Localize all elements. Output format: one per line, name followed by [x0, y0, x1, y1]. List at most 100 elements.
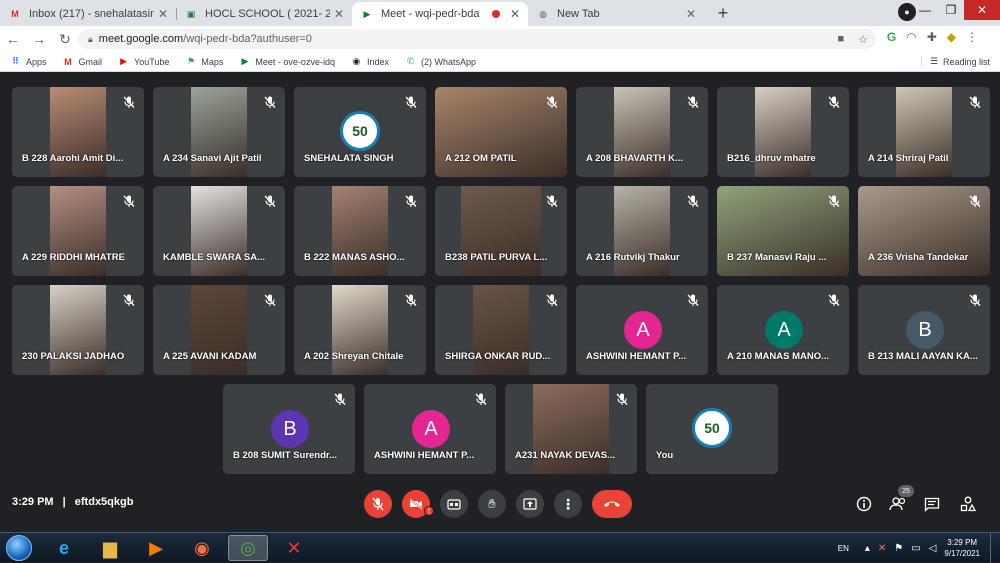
participant-tile[interactable]: B B 208 SUMIT Surendr...: [223, 384, 355, 474]
browser-tab[interactable]: ◍ New Tab ✕: [528, 2, 704, 26]
mic-toggle-button[interactable]: [364, 490, 392, 518]
muted-mic-icon: [686, 293, 700, 307]
participant-tile[interactable]: A A 210 MANAS MANO...: [717, 285, 849, 375]
muted-mic-icon: [827, 95, 841, 109]
participant-tile[interactable]: A 212 OM PATIL: [435, 87, 567, 177]
muted-mic-icon: [474, 392, 488, 406]
participant-tile[interactable]: A 208 BHAVARTH K...: [576, 87, 708, 177]
taskbar-app-button[interactable]: ✕: [274, 535, 314, 561]
taskbar-app-button[interactable]: ◎: [228, 535, 268, 561]
tray-expand-icon[interactable]: ▴: [865, 543, 870, 554]
language-indicator[interactable]: EN: [838, 544, 849, 553]
participant-tile[interactable]: 50 You: [646, 384, 778, 474]
tray-clock[interactable]: 3:29 PM 9/17/2021: [944, 537, 980, 559]
participant-tile[interactable]: KAMBLE SWARA SA...: [153, 186, 285, 276]
system-tray: EN ▴ ✕ ⚑ ▭ ◁ 3:29 PM 9/17/2021: [838, 533, 1000, 563]
muted-mic-icon: [615, 392, 629, 406]
participant-tile[interactable]: 50 SNEHALATA SINGH: [294, 87, 426, 177]
reload-button[interactable]: ↻: [52, 31, 78, 48]
camera-indicator-icon[interactable]: ■: [837, 33, 844, 46]
tab-close-icon[interactable]: ✕: [686, 7, 696, 21]
volume-icon[interactable]: ◁: [929, 543, 937, 554]
display-icon[interactable]: ▭: [911, 543, 920, 554]
captions-button[interactable]: [440, 490, 468, 518]
participant-avatar: A: [765, 311, 803, 349]
extension-g-icon[interactable]: G: [887, 30, 896, 44]
tab-close-icon[interactable]: ✕: [510, 7, 520, 21]
participant-tile[interactable]: A231 NAYAK DEVAS...: [505, 384, 637, 474]
muted-mic-icon: [404, 194, 418, 208]
participant-tile[interactable]: B 237 Manasvi Raju ...: [717, 186, 849, 276]
forward-button[interactable]: →: [26, 31, 52, 47]
muted-mic-icon: [968, 194, 982, 208]
bookmark-item[interactable]: ⠿ Apps: [10, 56, 47, 67]
school-logo-icon: 50: [340, 111, 380, 151]
browser-tab[interactable]: M Inbox (217) - snehalatasingh@m ✕: [0, 2, 176, 26]
bookmark-item[interactable]: M Gmail: [63, 56, 102, 67]
reading-list-button[interactable]: ☰ Reading list: [920, 56, 990, 67]
taskbar-app-button[interactable]: ◉: [182, 535, 222, 561]
bookmark-item[interactable]: ◉ Index: [351, 56, 389, 67]
network-icon[interactable]: ✕: [878, 543, 886, 554]
participant-name: SNEHALATA SINGH: [304, 153, 394, 164]
show-desktop-button[interactable]: [990, 533, 1000, 563]
participant-name: B 213 MALI AAYAN KA...: [868, 351, 978, 362]
participant-tile[interactable]: A 229 RIDDHI MHATRE: [12, 186, 144, 276]
address-bar[interactable]: 🔒︎ meet.google.com/wqi-pedr-bda?authuser…: [78, 29, 876, 49]
extension-headphones-icon[interactable]: ◠: [906, 30, 916, 44]
bookmark-item[interactable]: ✆ (2) WhatsApp: [405, 56, 476, 67]
muted-mic-icon: [263, 293, 277, 307]
participant-tile[interactable]: A 234 Sanavi Ajit Patil: [153, 87, 285, 177]
globe-icon: ◍: [539, 8, 547, 19]
people-button[interactable]: [888, 494, 908, 514]
bookmark-item[interactable]: ▶ Meet - ove-ozve-idq: [239, 56, 335, 67]
participant-name: A 229 RIDDHI MHATRE: [22, 252, 125, 263]
participant-count-badge: 25: [898, 485, 914, 497]
new-tab-button[interactable]: +: [710, 0, 736, 26]
participant-name: A 212 OM PATIL: [445, 153, 517, 164]
flag-icon[interactable]: ⚑: [894, 543, 903, 554]
maximize-button[interactable]: ❐: [938, 0, 964, 20]
participant-name: KAMBLE SWARA SA...: [163, 252, 266, 263]
taskbar-app-button[interactable]: e: [44, 535, 84, 561]
participant-tile[interactable]: B 228 Aarohi Amit Di...: [12, 87, 144, 177]
participant-tile[interactable]: B216_dhruv mhatre: [717, 87, 849, 177]
participant-tile[interactable]: 230 PALAKSI JADHAO: [12, 285, 144, 375]
participant-tile[interactable]: A 214 Shriraj Patil: [858, 87, 990, 177]
tab-close-icon[interactable]: ✕: [158, 7, 168, 21]
participant-tile[interactable]: A 202 Shreyan Chitale: [294, 285, 426, 375]
chat-button[interactable]: [922, 494, 942, 514]
participant-tile[interactable]: B238 PATIL PURVA L...: [435, 186, 567, 276]
participant-tile[interactable]: B 222 MANAS ASHO...: [294, 186, 426, 276]
taskbar-app-button[interactable]: ▆: [90, 535, 130, 561]
raise-hand-button[interactable]: ✋︎: [478, 490, 506, 518]
participant-tile[interactable]: B B 213 MALI AAYAN KA...: [858, 285, 990, 375]
minimize-button[interactable]: —: [912, 0, 938, 20]
leave-call-button[interactable]: [592, 490, 632, 518]
participant-tile[interactable]: A 236 Vrisha Tandekar: [858, 186, 990, 276]
participant-tile[interactable]: A 225 AVANI KADAM: [153, 285, 285, 375]
bookmark-item[interactable]: ▶ YouTube: [118, 56, 169, 67]
bookmark-item[interactable]: ⚑ Maps: [185, 56, 224, 67]
back-button[interactable]: ←: [0, 31, 26, 47]
start-button[interactable]: [6, 535, 32, 561]
extension-badge-icon[interactable]: ◆: [947, 30, 956, 44]
browser-tab[interactable]: ▶ Meet - wqi-pedr-bda ✕: [352, 2, 528, 26]
participant-tile[interactable]: A ASHWINI HEMANT P...: [576, 285, 708, 375]
school-logo-icon: 50: [692, 408, 732, 448]
browser-menu-icon[interactable]: ⋮: [966, 30, 978, 44]
close-window-button[interactable]: ✕: [964, 0, 1000, 20]
tab-strip: M Inbox (217) - snehalatasingh@m ✕ ▣ HOCL SC…: [0, 0, 1000, 26]
browser-tab[interactable]: ▣ HOCL SCHOOL ( 2021- 22) CLAS ✕: [176, 2, 352, 26]
extensions-puzzle-icon[interactable]: ✚: [927, 30, 937, 44]
present-button[interactable]: [516, 490, 544, 518]
participant-tile[interactable]: A 216 Rutvikj Thakur: [576, 186, 708, 276]
tab-close-icon[interactable]: ✕: [334, 7, 344, 21]
more-options-button[interactable]: ⋮: [554, 490, 582, 518]
participant-tile[interactable]: SHIRGA ONKAR RUD...: [435, 285, 567, 375]
activities-button[interactable]: [958, 494, 978, 514]
meeting-details-button[interactable]: [854, 494, 874, 514]
participant-tile[interactable]: A ASHWINI HEMANT P...: [364, 384, 496, 474]
bookmark-star-icon[interactable]: ☆: [858, 33, 868, 46]
taskbar-app-button[interactable]: ▶: [136, 535, 176, 561]
